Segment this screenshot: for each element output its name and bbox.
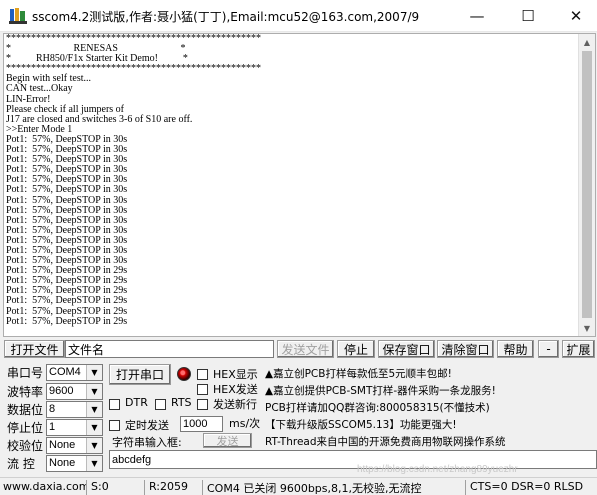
output-line: Begin with self test... bbox=[6, 73, 91, 85]
chevron-down-icon[interactable]: ▼ bbox=[86, 438, 102, 453]
ad-line-3[interactable]: PCB打样请加QQ群咨询:800058315(不懂技术) bbox=[265, 400, 490, 415]
title-bar[interactable]: sscom4.2测试版,作者:聂小猛(丁丁),Email:mcu52@163.c… bbox=[0, 0, 597, 32]
watermark: https://blog.csdn.net/zhang89yuezhr bbox=[357, 464, 518, 475]
data-bits-select[interactable]: 8 ▼ bbox=[46, 401, 103, 418]
parity-label: 校验位 bbox=[7, 439, 44, 453]
rts-label: RTS bbox=[171, 396, 192, 409]
port-value: COM4 bbox=[49, 366, 81, 378]
chevron-down-icon[interactable]: ▼ bbox=[86, 365, 102, 380]
rts-checkbox[interactable] bbox=[155, 399, 166, 410]
dtr-checkbox[interactable] bbox=[109, 399, 120, 410]
minimize-button[interactable]: — bbox=[454, 0, 500, 31]
open-file-button[interactable]: 打开文件 bbox=[4, 340, 65, 358]
send-newline-label: 发送新行 bbox=[213, 398, 257, 411]
status-received-count: R:2059 bbox=[146, 480, 203, 495]
sscom-window: sscom4.2测试版,作者:聂小猛(丁丁),Email:mcu52@163.c… bbox=[0, 0, 597, 495]
expand-button[interactable]: 扩展 bbox=[562, 340, 595, 358]
status-bar: www.daxia.com S:0 R:2059 COM4 已关闭 9600bp… bbox=[0, 477, 597, 495]
flow-control-select[interactable]: None ▼ bbox=[46, 455, 103, 472]
stop-bits-label: 停止位 bbox=[7, 421, 44, 435]
flow-control-label: 流 控 bbox=[7, 457, 35, 471]
timed-send-checkbox[interactable] bbox=[109, 420, 120, 431]
scroll-up-icon[interactable]: ▲ bbox=[579, 34, 595, 50]
hex-send-label: HEX发送 bbox=[213, 383, 258, 396]
parity-select[interactable]: None ▼ bbox=[46, 437, 103, 454]
maximize-button[interactable]: ☐ bbox=[505, 0, 551, 31]
ad-line-1[interactable]: ▲嘉立创PCB打样每款低至5元顺丰包邮! bbox=[265, 366, 452, 381]
send-file-button[interactable]: 发送文件 bbox=[277, 340, 334, 358]
hex-display-label: HEX显示 bbox=[213, 368, 258, 381]
sscom-app-icon bbox=[9, 8, 27, 24]
ad-line-5[interactable]: RT-Thread来自中国的开源免费商用物联网操作系统 bbox=[265, 434, 506, 449]
send-newline-checkbox[interactable] bbox=[197, 399, 208, 410]
parity-value: None bbox=[49, 439, 76, 451]
hex-display-checkbox[interactable] bbox=[197, 369, 208, 380]
chevron-down-icon[interactable]: ▼ bbox=[86, 384, 102, 399]
baud-value: 9600 bbox=[49, 385, 74, 397]
chevron-down-icon[interactable]: ▼ bbox=[86, 402, 102, 417]
input-label: 字符串输入框: bbox=[112, 436, 182, 449]
dtr-label: DTR bbox=[125, 396, 148, 409]
chevron-down-icon[interactable]: ▼ bbox=[86, 456, 102, 471]
vertical-scrollbar[interactable]: ▲ ▼ bbox=[578, 34, 595, 336]
output-line: CAN test...Okay bbox=[6, 83, 73, 95]
port-label: 串口号 bbox=[7, 366, 44, 380]
port-select[interactable]: COM4 ▼ bbox=[46, 364, 103, 381]
scrollbar-thumb[interactable] bbox=[582, 51, 592, 318]
receive-output-text: ****************************************… bbox=[6, 34, 578, 327]
ad-line-4[interactable]: 【下载升级版SSCOM5.13】功能更强大! bbox=[265, 417, 457, 432]
window-title: sscom4.2测试版,作者:聂小猛(丁丁),Email:mcu52@163.c… bbox=[32, 10, 420, 24]
save-window-button[interactable]: 保存窗口 bbox=[378, 340, 435, 358]
port-status-led-icon bbox=[177, 367, 191, 381]
interval-input[interactable]: 1000 bbox=[180, 416, 223, 432]
output-line: ****************************************… bbox=[6, 63, 261, 75]
output-line: Pot1: 57%, DeepSTOP in 29s bbox=[6, 315, 128, 327]
open-port-button[interactable]: 打开串口 bbox=[109, 364, 171, 385]
scroll-down-icon[interactable]: ▼ bbox=[579, 320, 595, 336]
baud-label: 波特率 bbox=[7, 385, 44, 399]
hex-send-checkbox[interactable] bbox=[197, 384, 208, 395]
timed-send-label: 定时发送 bbox=[125, 419, 169, 432]
clear-window-button[interactable]: 清除窗口 bbox=[437, 340, 494, 358]
filename-field[interactable]: 文件名 bbox=[65, 340, 274, 358]
collapse-button[interactable]: - bbox=[538, 340, 559, 358]
status-modem-lines: CTS=0 DSR=0 RLSD bbox=[470, 480, 584, 493]
baud-select[interactable]: 9600 ▼ bbox=[46, 383, 103, 400]
stop-bits-value: 1 bbox=[49, 421, 56, 433]
output-line: J17 are closed and switches 3-6 of S10 a… bbox=[6, 113, 193, 125]
interval-unit-label: ms/次 bbox=[229, 417, 261, 430]
status-sent-count: S:0 bbox=[88, 480, 145, 495]
chevron-down-icon[interactable]: ▼ bbox=[86, 420, 102, 435]
stop-bits-select[interactable]: 1 ▼ bbox=[46, 419, 103, 436]
send-button[interactable]: 发送 bbox=[203, 433, 252, 448]
receive-output-area[interactable]: ****************************************… bbox=[3, 33, 596, 337]
status-port-info: COM4 已关闭 9600bps,8,1,无校验,无流控 bbox=[204, 480, 466, 495]
data-bits-label: 数据位 bbox=[7, 403, 44, 417]
flow-control-value: None bbox=[49, 457, 76, 469]
stop-button[interactable]: 停止 bbox=[337, 340, 375, 358]
send-input[interactable]: abcdefg bbox=[109, 450, 597, 469]
status-website[interactable]: www.daxia.com bbox=[0, 480, 87, 495]
data-bits-value: 8 bbox=[49, 403, 56, 415]
close-button[interactable]: ✕ bbox=[553, 0, 597, 31]
ad-line-2[interactable]: ▲嘉立创提供PCB-SMT打样-器件采购一条龙服务! bbox=[265, 383, 496, 398]
help-button[interactable]: 帮助 bbox=[497, 340, 534, 358]
output-line: Pot1: 57%, DeepSTOP in 30s bbox=[6, 184, 128, 196]
